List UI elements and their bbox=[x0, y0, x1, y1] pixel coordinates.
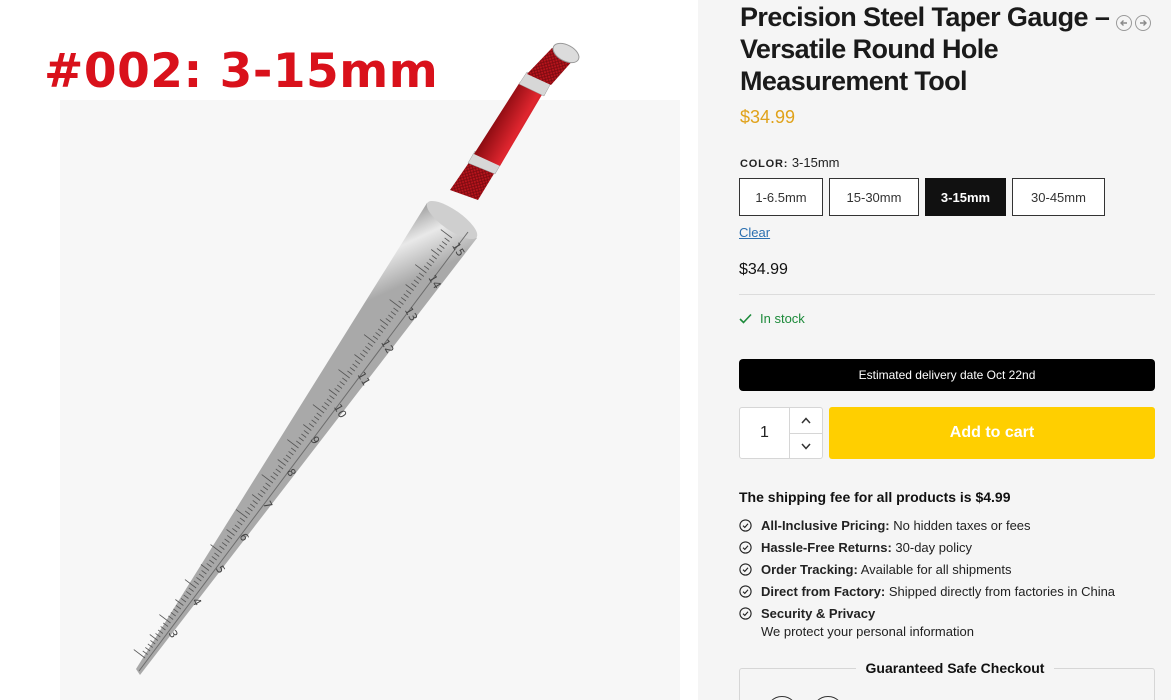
arrow-left-circle-icon[interactable] bbox=[1116, 15, 1132, 31]
safe-checkout-title: Guaranteed Safe Checkout bbox=[855, 660, 1055, 676]
feature-item: Hassle-Free Returns: 30-day policy bbox=[739, 539, 1115, 557]
feature-item: Order Tracking: Available for all shipme… bbox=[739, 561, 1115, 579]
taper-body bbox=[136, 203, 477, 675]
quantity-decrease-button[interactable] bbox=[790, 433, 822, 458]
check-circle-icon bbox=[739, 519, 752, 532]
product-info: Precision Steel Taper Gauge – Versatile … bbox=[698, 0, 1171, 700]
feature-text: We protect your personal information bbox=[761, 624, 974, 639]
feature-text: No hidden taxes or fees bbox=[893, 518, 1031, 533]
feature-item: All-Inclusive Pricing: No hidden taxes o… bbox=[739, 517, 1115, 535]
feature-title: Security & Privacy bbox=[761, 606, 876, 621]
feature-list: All-Inclusive Pricing: No hidden taxes o… bbox=[739, 517, 1115, 645]
delivery-banner: Estimated delivery date Oct 22nd bbox=[739, 359, 1155, 391]
shipping-fee-text: The shipping fee for all products is $4.… bbox=[739, 489, 1011, 505]
product-photo: 1514131211109876543 bbox=[133, 42, 580, 675]
stock-text: In stock bbox=[760, 311, 805, 326]
feature-title: Direct from Factory: bbox=[761, 584, 886, 599]
safe-checkout-title-wrap: Guaranteed Safe Checkout bbox=[698, 660, 1171, 676]
quantity-stepper bbox=[739, 407, 823, 459]
product-page: #002: 3-15mm 15 14 13 12 11 10 9 8 7 6 5… bbox=[0, 0, 1171, 700]
quantity-input[interactable] bbox=[740, 408, 789, 458]
color-label: COLOR: 3-15mm bbox=[740, 155, 840, 170]
feature-text: 30-day policy bbox=[895, 540, 973, 555]
scale-ticks bbox=[133, 229, 453, 659]
product-nav bbox=[1116, 15, 1151, 31]
check-icon bbox=[739, 313, 752, 324]
swatch-15-30mm[interactable]: 15-30mm bbox=[829, 178, 919, 216]
stock-status: In stock bbox=[739, 311, 805, 326]
product-gallery[interactable]: #002: 3-15mm 15 14 13 12 11 10 9 8 7 6 5… bbox=[0, 0, 698, 700]
feature-title: Hassle-Free Returns: bbox=[761, 540, 892, 555]
chevron-up-icon bbox=[801, 417, 811, 424]
feature-title: All-Inclusive Pricing: bbox=[761, 518, 890, 533]
swatch-1-6-5mm[interactable]: 1-6.5mm bbox=[739, 178, 823, 216]
arrow-right-circle-icon[interactable] bbox=[1135, 15, 1151, 31]
product-price: $34.99 bbox=[740, 107, 796, 127]
quantity-increase-button[interactable] bbox=[790, 408, 822, 433]
feature-text: Available for all shipments bbox=[860, 562, 1012, 577]
check-circle-icon bbox=[739, 563, 752, 576]
scale-edge bbox=[138, 231, 469, 672]
variation-price: $34.99 bbox=[739, 261, 788, 278]
swatch-30-45mm[interactable]: 30-45mm bbox=[1012, 178, 1105, 216]
product-title: Precision Steel Taper Gauge – Versatile … bbox=[740, 2, 1110, 96]
clear-selection-link[interactable]: Clear bbox=[739, 225, 770, 240]
feature-item: Direct from Factory: Shipped directly fr… bbox=[739, 583, 1115, 601]
check-circle-icon bbox=[739, 607, 752, 620]
swatch-3-15mm[interactable]: 3-15mm bbox=[925, 178, 1006, 216]
color-swatches: 1-6.5mm 15-30mm 3-15mm 30-45mm bbox=[739, 178, 1105, 216]
feature-text: Shipped directly from factories in China bbox=[888, 584, 1116, 599]
color-selected-value: 3-15mm bbox=[791, 155, 840, 170]
check-circle-icon bbox=[739, 585, 752, 598]
color-label-key: COLOR: bbox=[740, 158, 789, 170]
feature-item: Security & Privacy We protect your person… bbox=[739, 605, 1115, 641]
feature-title: Order Tracking: bbox=[761, 562, 858, 577]
add-to-cart-button[interactable]: Add to cart bbox=[829, 407, 1155, 459]
check-circle-icon bbox=[739, 541, 752, 554]
quantity-steps bbox=[789, 408, 822, 458]
divider bbox=[739, 294, 1155, 295]
chevron-down-icon bbox=[801, 443, 811, 450]
handle-shaft bbox=[474, 82, 543, 166]
